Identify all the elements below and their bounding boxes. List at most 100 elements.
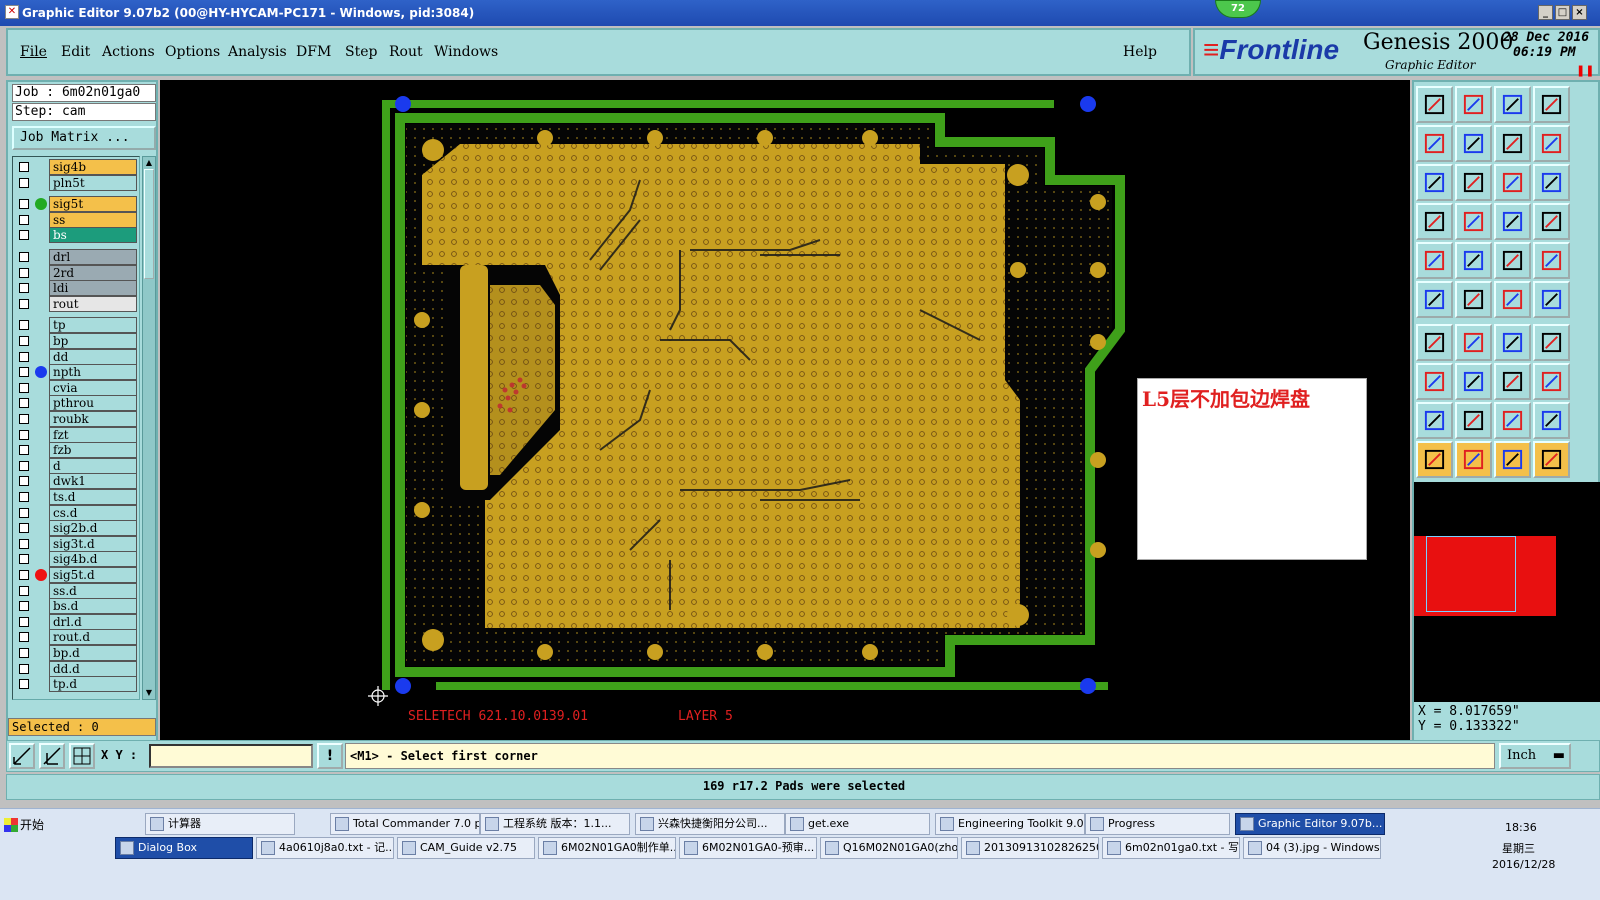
layer-name[interactable]: rout.d <box>49 629 137 646</box>
slash-icon[interactable] <box>1455 324 1492 361</box>
layer-checkbox[interactable] <box>19 398 29 409</box>
layer-row[interactable]: npth <box>15 364 139 381</box>
menu-rout[interactable]: Rout <box>389 44 423 60</box>
home-icon[interactable] <box>1494 86 1531 123</box>
zoom-in-icon[interactable] <box>1416 125 1453 162</box>
menu-options[interactable]: Options <box>165 44 220 60</box>
wave-icon[interactable] <box>1533 402 1570 439</box>
layer-checkbox[interactable] <box>19 336 29 346</box>
line-diag-icon[interactable] <box>1533 281 1570 318</box>
taskbar-button[interactable]: 6m02n01ga0.txt - 写... <box>1102 837 1240 859</box>
layer-row[interactable]: rout <box>15 295 139 312</box>
layer-name[interactable]: sig3t.d <box>49 535 137 552</box>
layer-name[interactable]: pthrou <box>49 395 137 412</box>
layer-row[interactable]: drl.d <box>15 613 139 630</box>
camera-icon[interactable] <box>1416 242 1453 279</box>
taskbar-button[interactable]: Dialog Box <box>115 837 253 859</box>
layer-row[interactable]: sig3t.d <box>15 535 139 552</box>
layer-row[interactable]: bp <box>15 333 139 349</box>
layer-name[interactable]: drl <box>49 249 137 265</box>
menu-actions[interactable]: Actions <box>102 44 155 60</box>
start-button[interactable]: 开始 <box>2 815 54 837</box>
maximize-button[interactable]: □ <box>1555 5 1570 20</box>
layer-row[interactable]: bp.d <box>15 645 139 661</box>
menu-file[interactable]: File <box>20 44 47 60</box>
taskbar-button[interactable]: 计算器 <box>145 813 295 835</box>
layer-checkbox[interactable] <box>19 199 29 210</box>
layer-name[interactable]: fzb <box>49 442 137 459</box>
grid-icon[interactable] <box>69 743 95 769</box>
help-icon[interactable] <box>1533 164 1570 201</box>
layer-checkbox[interactable] <box>19 320 29 331</box>
layer-name[interactable]: bs.d <box>49 598 137 615</box>
units-select[interactable]: Inch ▬ <box>1499 743 1571 769</box>
minimize-button[interactable]: _ <box>1538 5 1553 20</box>
window-icon[interactable] <box>1533 86 1570 123</box>
layer-row[interactable]: d <box>15 457 139 474</box>
taskbar-button[interactable]: Total Commander 7.0 p... <box>330 813 480 835</box>
layer-row[interactable]: 2rd <box>15 264 139 281</box>
layer-name[interactable]: tp <box>49 317 137 334</box>
layer-name[interactable]: dwk1 <box>49 473 137 490</box>
taskbar-button[interactable]: Q16M02N01GA0(zho... <box>820 837 958 859</box>
taskbar-button[interactable]: 6M02N01GA0制作单... <box>538 837 676 859</box>
taskbar-button[interactable]: 4a0610j8a0.txt - 记... <box>256 837 394 859</box>
layer-row[interactable]: roubk <box>15 411 139 427</box>
layer-checkbox[interactable] <box>19 492 29 502</box>
select-all-icon[interactable] <box>1494 441 1531 478</box>
layer-name[interactable]: roubk <box>49 411 137 427</box>
layer-checkbox[interactable] <box>19 460 29 471</box>
snap-icon[interactable] <box>1416 363 1453 400</box>
line-add-icon[interactable] <box>1494 281 1531 318</box>
layer-row[interactable]: cvia <box>15 379 139 396</box>
menu-analysis[interactable]: Analysis <box>228 44 287 60</box>
layer-list[interactable]: sig4b pln5t sig5t ss bs drl 2rd ldi rout tp bp dd np… <box>12 156 140 700</box>
layer-row[interactable]: pln5t <box>15 174 139 191</box>
taskbar-button[interactable]: Engineering Toolkit 9.0... <box>935 813 1085 835</box>
layer-list-scrollbar[interactable]: ▲ ▼ <box>142 156 156 700</box>
layer-checkbox[interactable] <box>19 298 29 309</box>
layer-row[interactable]: sig5t.d <box>15 567 139 583</box>
layer-name[interactable]: ss <box>49 211 137 228</box>
fill-icon[interactable] <box>1533 242 1570 279</box>
layer-name[interactable]: cs.d <box>49 504 137 521</box>
overview-map[interactable] <box>1414 482 1600 702</box>
save-icon[interactable] <box>1416 86 1453 123</box>
measure-icon[interactable] <box>9 743 35 769</box>
layer-name[interactable]: sig5t.d <box>49 567 137 583</box>
layer-checkbox[interactable] <box>19 230 29 241</box>
mirror-icon[interactable] <box>1533 324 1570 361</box>
layer-checkbox[interactable] <box>19 351 29 362</box>
layer-checkbox[interactable] <box>19 476 29 487</box>
layer-checkbox[interactable] <box>19 632 29 643</box>
layer-row[interactable]: bs <box>15 227 139 244</box>
layer-name[interactable]: tp.d <box>49 676 137 693</box>
menu-help[interactable]: Help <box>1123 44 1157 60</box>
peak-icon[interactable] <box>1455 402 1492 439</box>
select-multi-icon[interactable] <box>1533 441 1570 478</box>
layer-row[interactable]: ss <box>15 211 139 228</box>
menu-step[interactable]: Step <box>345 44 377 60</box>
layer-name[interactable]: sig2b.d <box>49 520 137 537</box>
pan-icon[interactable] <box>1455 164 1492 201</box>
layer-checkbox[interactable] <box>19 523 29 534</box>
layer-checkbox[interactable] <box>19 367 29 378</box>
ratio-icon[interactable] <box>1494 164 1531 201</box>
load-icon[interactable] <box>1455 86 1492 123</box>
layer-name[interactable]: drl.d <box>49 613 137 630</box>
select-box-icon[interactable] <box>1455 441 1492 478</box>
layer-checkbox[interactable] <box>19 601 29 612</box>
resize-icon[interactable] <box>1494 363 1531 400</box>
layer-checkbox[interactable] <box>19 554 29 565</box>
taskbar-button[interactable]: 工程系统 版本：1.1... <box>480 813 630 835</box>
layer-name[interactable]: pln5t <box>49 174 137 191</box>
layer-row[interactable]: sig4b <box>15 159 139 175</box>
layer-row[interactable]: ldi <box>15 280 139 297</box>
layer-checkbox[interactable] <box>19 252 29 262</box>
layer-row[interactable]: fzt <box>15 426 139 443</box>
xy-input[interactable] <box>149 744 313 768</box>
layer-row[interactable]: rout.d <box>15 629 139 646</box>
layer-row[interactable]: dd <box>15 348 139 365</box>
shape-icon[interactable] <box>1455 242 1492 279</box>
layer-row[interactable]: sig5t <box>15 196 139 213</box>
